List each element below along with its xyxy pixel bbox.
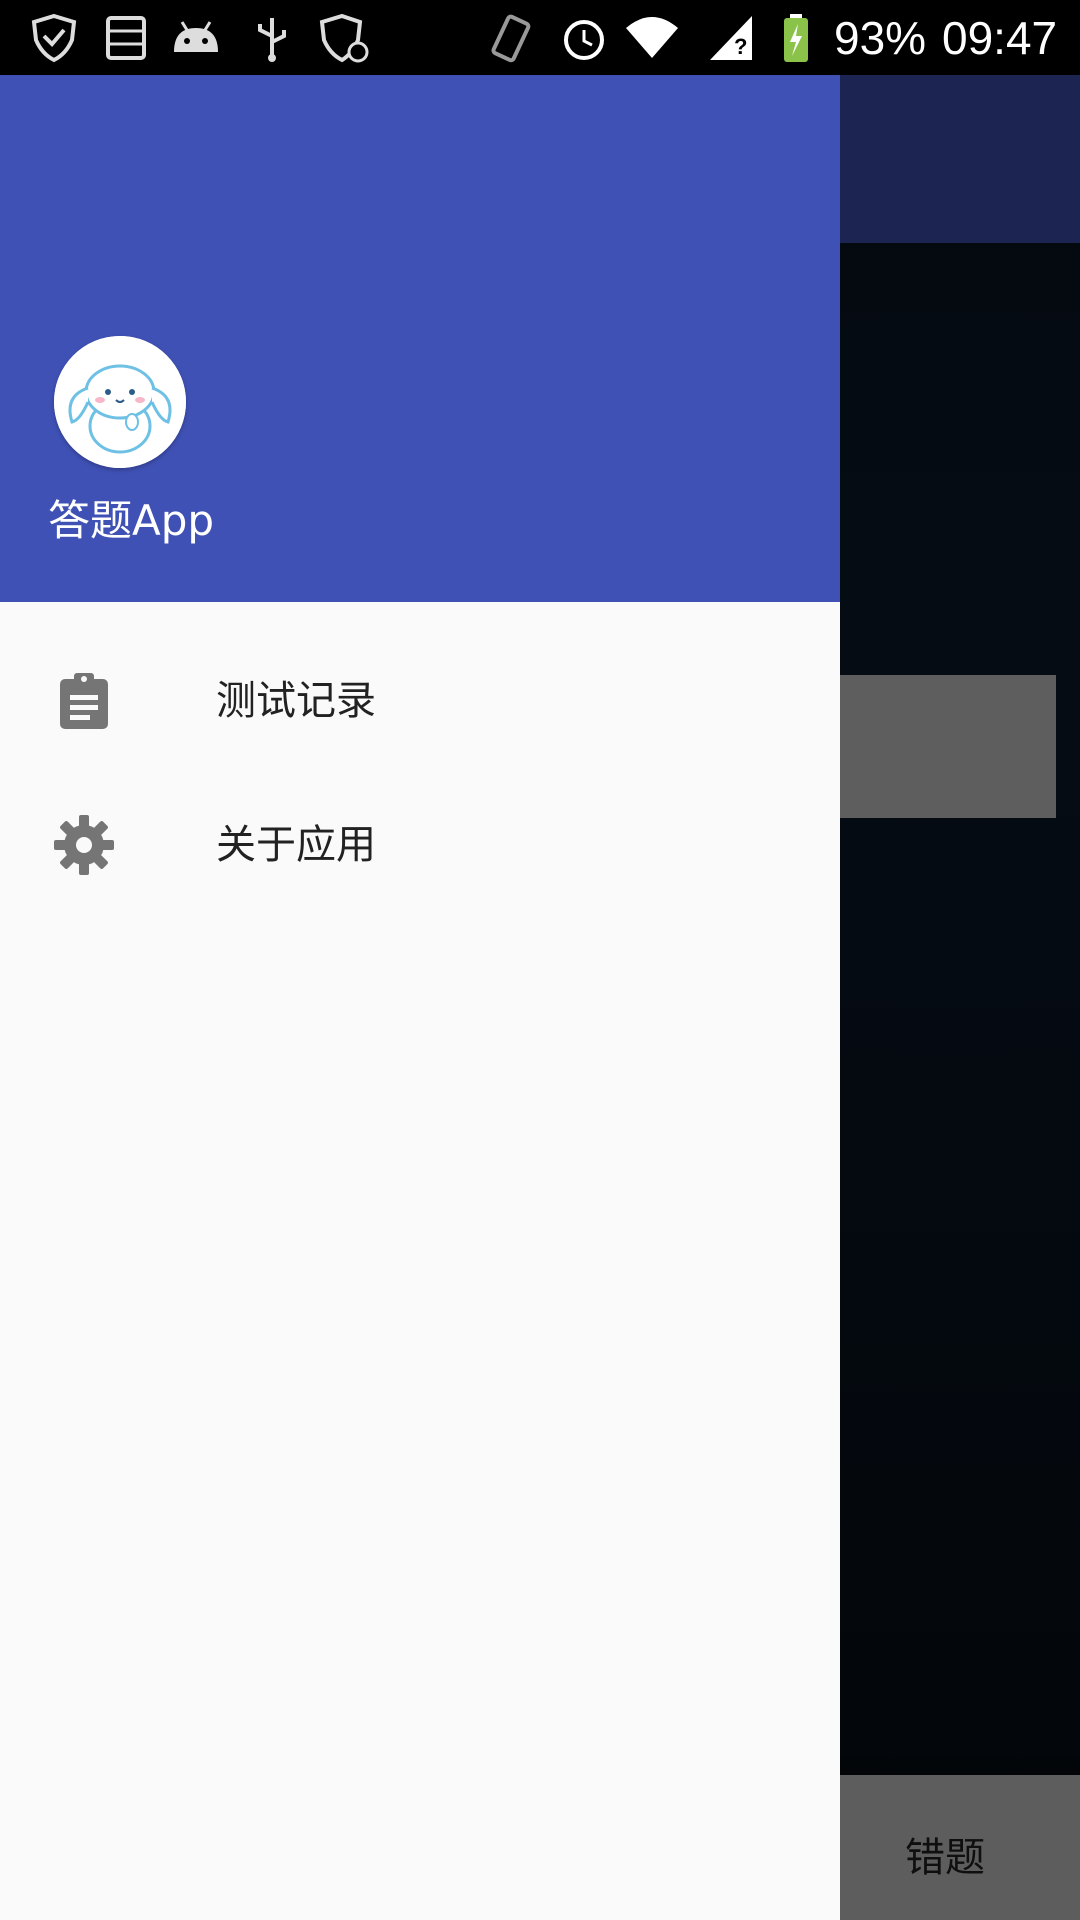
vibrate-icon <box>482 10 538 66</box>
shield-check-icon <box>26 10 82 66</box>
alarm-icon <box>556 10 612 66</box>
gear-icon <box>52 813 116 877</box>
shield-sync-icon <box>316 10 372 66</box>
sd-card-icon <box>98 10 154 66</box>
clipboard-icon <box>52 669 116 733</box>
battery-percent: 93% <box>834 12 927 64</box>
status-bar: ? 93% 09:47 <box>0 0 1080 75</box>
status-clock: 09:47 <box>942 12 1058 64</box>
app-screen: ? 93% 09:47 错题 <box>0 0 1080 1920</box>
drawer-item-label: 关于应用 <box>216 822 376 868</box>
svg-text:?: ? <box>734 34 747 59</box>
drawer-header: 答题App <box>0 75 840 602</box>
wifi-icon <box>624 10 680 66</box>
navigation-drawer: 答题App 测试记录 关于应用 <box>0 75 840 1920</box>
app-name: 答题App <box>48 496 215 545</box>
signal-unknown-icon: ? <box>704 10 760 66</box>
battery-charging-icon <box>772 10 828 66</box>
usb-icon <box>244 10 300 66</box>
drawer-item-label: 测试记录 <box>216 678 376 724</box>
avatar[interactable] <box>54 336 186 468</box>
android-icon <box>168 10 224 66</box>
drawer-item-about-app[interactable]: 关于应用 <box>0 773 840 917</box>
drawer-item-test-records[interactable]: 测试记录 <box>0 629 840 773</box>
